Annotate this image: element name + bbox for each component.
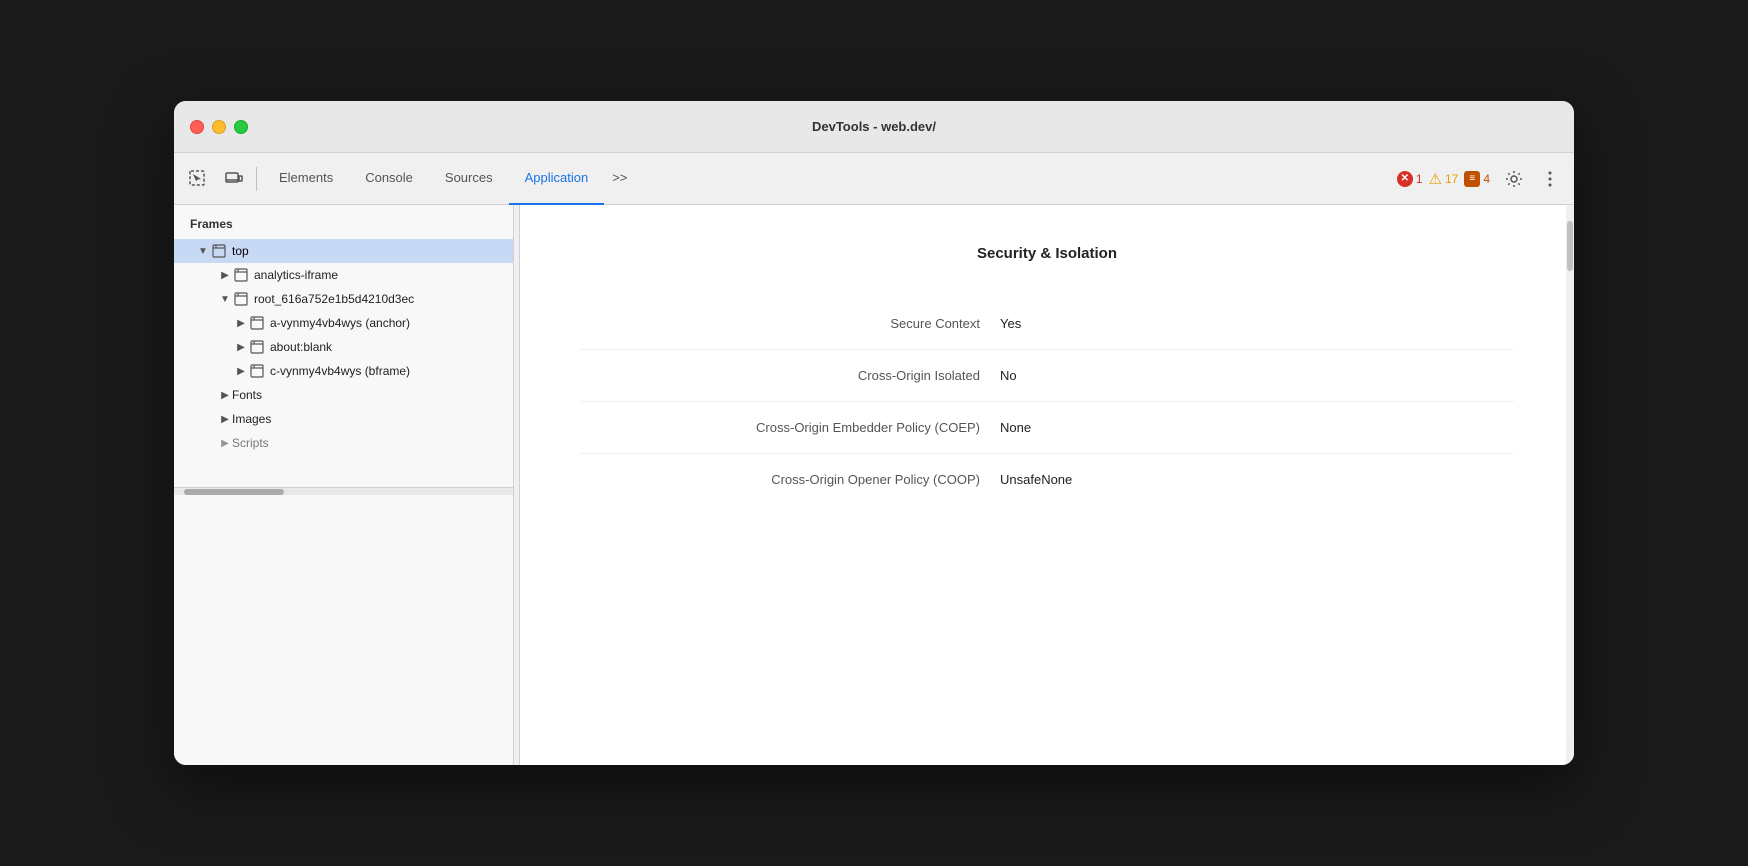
tab-application[interactable]: Application <box>509 153 605 205</box>
content-scrollbar[interactable] <box>1566 205 1574 765</box>
content-scroll-thumb <box>1567 221 1573 271</box>
tab-sources[interactable]: Sources <box>429 153 509 205</box>
tree-label-fonts: Fonts <box>232 388 262 402</box>
tree-arrow-analytics <box>218 268 232 282</box>
sidebar-scrollbar[interactable] <box>174 487 513 495</box>
section-title: Security & Isolation <box>580 245 1514 262</box>
tree-arrow-top <box>196 244 210 258</box>
info-label-1: Cross-Origin Isolated <box>580 368 1000 383</box>
tree-arrow-a-anchor <box>234 316 248 330</box>
tree-item-about-blank[interactable]: about:blank <box>174 335 513 359</box>
device-icon <box>225 170 243 188</box>
info-row-coop: Cross-Origin Opener Policy (COOP) Unsafe… <box>580 454 1514 505</box>
content-inner: Security & Isolation Secure Context Yes … <box>520 205 1574 545</box>
tab-elements[interactable]: Elements <box>263 153 349 205</box>
close-button[interactable] <box>190 120 204 134</box>
more-tabs-button[interactable]: >> <box>604 153 635 205</box>
warning-badge[interactable]: ⚠ 17 <box>1429 170 1459 188</box>
info-value-2: None <box>1000 420 1031 435</box>
tree-item-root[interactable]: root_616a752e1b5d4210d3ec <box>174 287 513 311</box>
tree-item-c-bframe[interactable]: c-vynmy4vb4wys (bframe) <box>174 359 513 383</box>
info-label-2: Cross-Origin Embedder Policy (COEP) <box>580 420 1000 435</box>
info-badge[interactable]: ≡ 4 <box>1464 171 1490 187</box>
info-value-1: No <box>1000 368 1017 383</box>
tree-arrow-images <box>218 412 232 426</box>
maximize-button[interactable] <box>234 120 248 134</box>
frame-icon-root <box>232 292 250 306</box>
main-layout: Frames top <box>174 205 1574 765</box>
frame-icon-analytics <box>232 268 250 282</box>
tree-item-analytics[interactable]: analytics-iframe <box>174 263 513 287</box>
more-options-button[interactable] <box>1534 163 1566 195</box>
tree-arrow-scripts <box>218 436 232 450</box>
tree-label-root: root_616a752e1b5d4210d3ec <box>254 292 414 306</box>
sidebar-scroll-thumb <box>184 489 284 495</box>
device-toggle-button[interactable] <box>218 163 250 195</box>
info-row-cross-origin-isolated: Cross-Origin Isolated No <box>580 350 1514 402</box>
tree-label-about-blank: about:blank <box>270 340 332 354</box>
tree-item-fonts[interactable]: Fonts <box>174 383 513 407</box>
tree-arrow-root <box>218 292 232 306</box>
toolbar-right: ✕ 1 ⚠ 17 ≡ 4 <box>1397 163 1566 195</box>
content-panel: Security & Isolation Secure Context Yes … <box>520 205 1574 765</box>
tree-label-a-anchor: a-vynmy4vb4wys (anchor) <box>270 316 410 330</box>
traffic-lights <box>190 120 248 134</box>
tree-label-scripts: Scripts <box>232 436 269 450</box>
info-table: Secure Context Yes Cross-Origin Isolated… <box>580 298 1514 505</box>
info-value-0: Yes <box>1000 316 1021 331</box>
error-badge[interactable]: ✕ 1 <box>1397 171 1423 187</box>
error-icon: ✕ <box>1397 171 1413 187</box>
minimize-button[interactable] <box>212 120 226 134</box>
tree-label-images: Images <box>232 412 271 426</box>
vertical-dots-icon <box>1548 170 1552 188</box>
tree-item-scripts[interactable]: Scripts <box>174 431 513 455</box>
toolbar-divider <box>256 167 257 191</box>
title-bar: DevTools - web.dev/ <box>174 101 1574 153</box>
info-icon: ≡ <box>1464 171 1480 187</box>
cursor-icon <box>189 170 207 188</box>
tree-item-images[interactable]: Images <box>174 407 513 431</box>
info-value-3: UnsafeNone <box>1000 472 1072 487</box>
frame-icon-about-blank <box>248 340 266 354</box>
warning-icon: ⚠ <box>1429 170 1442 188</box>
info-row-coep: Cross-Origin Embedder Policy (COEP) None <box>580 402 1514 454</box>
tree-item-top[interactable]: top <box>174 239 513 263</box>
window-title: DevTools - web.dev/ <box>812 119 936 134</box>
info-label-3: Cross-Origin Opener Policy (COOP) <box>580 472 1000 487</box>
info-label-0: Secure Context <box>580 316 1000 331</box>
frames-section-header: Frames <box>174 205 513 239</box>
tree-arrow-c-bframe <box>234 364 248 378</box>
tree-item-a-anchor[interactable]: a-vynmy4vb4wys (anchor) <box>174 311 513 335</box>
tab-bar: Elements Console Sources Application >> <box>263 153 635 205</box>
tree-label-top: top <box>232 244 249 258</box>
tree-arrow-fonts <box>218 388 232 402</box>
info-row-secure-context: Secure Context Yes <box>580 298 1514 350</box>
gear-icon <box>1505 170 1523 188</box>
frame-icon-a-anchor <box>248 316 266 330</box>
tree-arrow-about-blank <box>234 340 248 354</box>
tree-label-c-bframe: c-vynmy4vb4wys (bframe) <box>270 364 410 378</box>
frame-icon-c-bframe <box>248 364 266 378</box>
inspect-element-button[interactable] <box>182 163 214 195</box>
sidebar: Frames top <box>174 205 514 765</box>
tab-console[interactable]: Console <box>349 153 429 205</box>
frame-icon-top <box>210 244 228 258</box>
settings-button[interactable] <box>1498 163 1530 195</box>
devtools-window: DevTools - web.dev/ Elements Console <box>174 101 1574 765</box>
toolbar: Elements Console Sources Application >> … <box>174 153 1574 205</box>
badge-group: ✕ 1 ⚠ 17 ≡ 4 <box>1397 170 1490 188</box>
tree-label-analytics: analytics-iframe <box>254 268 338 282</box>
